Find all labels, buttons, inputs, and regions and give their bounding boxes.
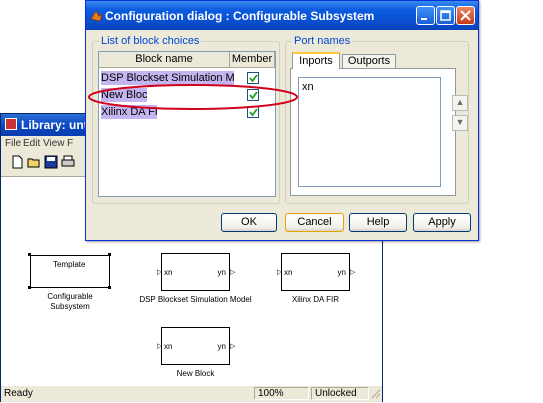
- selection-handle[interactable]: [28, 286, 31, 289]
- matlab-icon: [90, 9, 103, 25]
- new-block-inport: xn: [164, 342, 173, 351]
- xilinx-block-inport: xn: [284, 268, 293, 277]
- new-file-icon[interactable]: [10, 155, 24, 169]
- tab-inports[interactable]: Inports: [292, 52, 340, 69]
- menu-format[interactable]: F: [67, 138, 73, 149]
- new-block[interactable]: xn yn: [161, 327, 230, 365]
- port-arrow-icon: ▷: [350, 269, 356, 276]
- library-title: Library: unti: [21, 118, 92, 132]
- help-button[interactable]: Help: [349, 213, 407, 232]
- template-block[interactable]: Template: [30, 255, 110, 288]
- dsp-block-inport: xn: [164, 268, 173, 277]
- menu-file[interactable]: File: [5, 138, 21, 149]
- port-names-legend: Port names: [292, 35, 353, 47]
- dsp-block[interactable]: xn yn: [161, 253, 230, 291]
- minimize-button[interactable]: [416, 6, 435, 25]
- template-block-caption: Configurable Subsystem: [47, 292, 93, 311]
- inports-text: xn: [302, 81, 314, 93]
- template-block-title: Template: [53, 260, 86, 269]
- dsp-block-caption: DSP Blockset Simulation Model: [139, 295, 252, 304]
- library-status-bar: Ready 100% Unlocked: [1, 386, 382, 402]
- configuration-dialog: Configuration dialog : Configurable Subs…: [85, 0, 479, 241]
- highlight-ellipse: [88, 84, 298, 110]
- selection-handle[interactable]: [108, 286, 111, 289]
- maximize-button[interactable]: [436, 6, 455, 25]
- column-header-member[interactable]: Member: [230, 52, 275, 68]
- cancel-button[interactable]: Cancel: [285, 213, 344, 232]
- selection-handle[interactable]: [28, 253, 31, 256]
- dsp-block-outport: yn: [217, 268, 226, 277]
- block-choices-table: Block name Member DSP Blockset Simulatio…: [98, 51, 276, 197]
- new-block-outport: yn: [217, 342, 226, 351]
- apply-button[interactable]: Apply: [413, 213, 471, 232]
- selection-handle[interactable]: [108, 253, 111, 256]
- save-icon[interactable]: [44, 155, 58, 169]
- move-up-button[interactable]: ▲: [452, 95, 468, 111]
- inports-panel: xn: [290, 68, 456, 196]
- resize-grip-icon[interactable]: [370, 388, 381, 400]
- tab-outports[interactable]: Outports: [342, 54, 396, 68]
- xilinx-block[interactable]: xn yn: [281, 253, 350, 291]
- port-arrow-icon: ▷: [157, 269, 163, 276]
- inports-textarea[interactable]: xn: [298, 77, 441, 187]
- simulink-icon: [5, 118, 17, 130]
- ok-button[interactable]: OK: [221, 213, 277, 232]
- status-lock: Unlocked: [311, 387, 369, 400]
- block-choices-legend: List of block choices: [99, 35, 202, 47]
- port-arrow-icon: ▷: [230, 343, 236, 350]
- menu-edit[interactable]: Edit: [23, 138, 40, 149]
- port-arrow-icon: ▷: [230, 269, 236, 276]
- new-block-caption: New Block: [176, 369, 215, 378]
- status-zoom: 100%: [254, 387, 309, 400]
- dialog-title: Configuration dialog : Configurable Subs…: [105, 9, 375, 23]
- print-icon[interactable]: [61, 155, 75, 169]
- xilinx-block-caption: Xilinx DA FIR: [291, 295, 340, 304]
- menu-view[interactable]: View: [43, 138, 65, 149]
- port-arrow-icon: ▷: [157, 343, 163, 350]
- xilinx-block-outport: yn: [337, 268, 346, 277]
- column-header-name[interactable]: Block name: [99, 52, 230, 68]
- close-button[interactable]: [456, 6, 475, 25]
- open-folder-icon[interactable]: [27, 155, 41, 169]
- move-down-button[interactable]: ▼: [452, 115, 468, 131]
- status-ready: Ready: [4, 388, 33, 399]
- port-arrow-icon: ▷: [277, 269, 283, 276]
- dialog-title-bar[interactable]: Configuration dialog : Configurable Subs…: [86, 1, 478, 30]
